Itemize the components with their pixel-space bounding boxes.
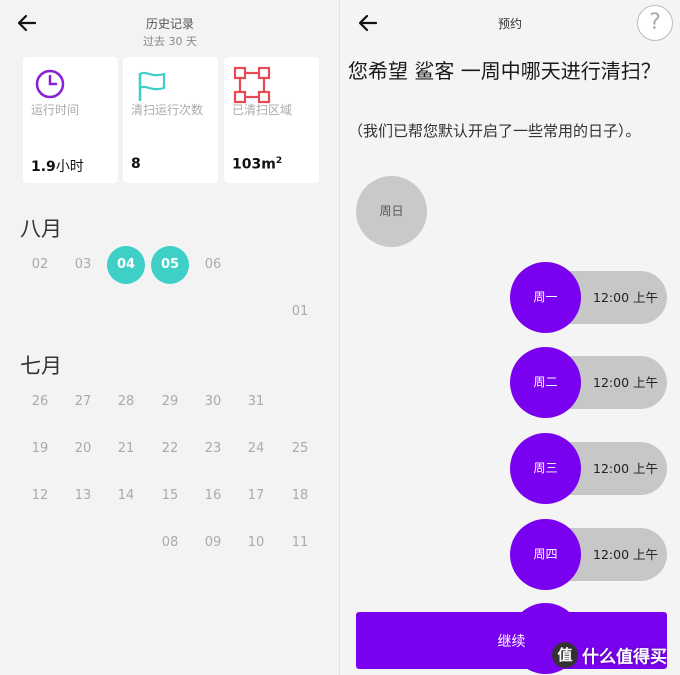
flag-icon	[131, 65, 171, 105]
stat-label: 清扫运行次数	[131, 103, 204, 117]
stat-card-area: 已清扫区域 103m2	[224, 57, 319, 183]
calendar-day[interactable]: 24	[237, 430, 275, 468]
calendar-day[interactable]: 21	[107, 430, 145, 468]
calendar-day[interactable]: 12	[21, 477, 59, 515]
calendar-day[interactable]: 26	[21, 383, 59, 421]
stat-card-runtime: 运行时间 1.9小时	[23, 57, 118, 183]
calendar-day[interactable]: 27	[64, 383, 102, 421]
calendar-day[interactable]: 22	[151, 430, 189, 468]
page-title: 预约	[497, 17, 522, 31]
day-row-thursday: 12:00 上午 周四	[510, 519, 667, 590]
calendar-day[interactable]: 28	[107, 383, 145, 421]
calendar-day[interactable]: 20	[64, 430, 102, 468]
watermark-logo: 值	[552, 642, 578, 668]
calendar-day[interactable]: 01	[281, 293, 319, 331]
help-button[interactable]: ?	[637, 5, 673, 41]
clock-icon	[31, 65, 71, 105]
calendar-day[interactable]: 15	[151, 477, 189, 515]
stat-label: 已清扫区域	[232, 103, 293, 117]
day-toggle-thursday[interactable]: 周四	[510, 519, 581, 590]
day-row-wednesday: 12:00 上午 周三	[510, 433, 667, 504]
calendar-day[interactable]: 02	[21, 246, 59, 284]
calendar-day[interactable]: 30	[194, 383, 232, 421]
day-toggle-sunday[interactable]: 周日	[356, 176, 427, 247]
calendar-day[interactable]: 29	[151, 383, 189, 421]
calendar-day[interactable]: 31	[237, 383, 275, 421]
area-icon	[232, 65, 272, 105]
calendar-day[interactable]: 10	[237, 524, 275, 562]
calendar-day[interactable]: 19	[21, 430, 59, 468]
calendar-day-selected[interactable]: 05	[151, 246, 189, 284]
calendar-day[interactable]: 16	[194, 477, 232, 515]
calendar-day[interactable]: 09	[194, 524, 232, 562]
month-label-july: 七月	[20, 354, 62, 378]
day-row-tuesday: 12:00 上午 周二	[510, 347, 667, 418]
stat-value: 1.9小时	[31, 159, 84, 175]
stat-value: 8	[131, 156, 141, 172]
calendar-day[interactable]: 11	[281, 524, 319, 562]
month-label-august: 八月	[20, 217, 62, 241]
calendar-day[interactable]: 23	[194, 430, 232, 468]
calendar-day[interactable]: 06	[194, 246, 232, 284]
page-subtitle: 过去 30 天	[143, 35, 197, 48]
day-row-monday: 12:00 上午 周一	[510, 262, 667, 333]
calendar-day[interactable]: 17	[237, 477, 275, 515]
stat-card-runs: 清扫运行次数 8	[123, 57, 218, 183]
calendar-day[interactable]: 03	[64, 246, 102, 284]
stat-value: 103m2	[232, 156, 283, 173]
calendar-day[interactable]: 08	[151, 524, 189, 562]
watermark-text: 什么值得买	[582, 647, 667, 668]
calendar-day-selected[interactable]: 04	[107, 246, 145, 284]
day-toggle-wednesday[interactable]: 周三	[510, 433, 581, 504]
stat-label: 运行时间	[31, 103, 80, 117]
day-toggle-tuesday[interactable]: 周二	[510, 347, 581, 418]
calendar-day[interactable]: 25	[281, 430, 319, 468]
history-panel: 历史记录 过去 30 天 运行时间 1.9小时 清扫运行次数 8 已清扫区域 1…	[0, 0, 340, 675]
schedule-question: 您希望 鲨客 一周中哪天进行清扫？	[348, 59, 661, 83]
page-title: 历史记录	[145, 17, 194, 31]
watermark: 值什么值得买	[552, 642, 667, 672]
schedule-note: （我们已帮您默认开启了一些常用的日子）。	[348, 122, 641, 140]
calendar-day[interactable]: 18	[281, 477, 319, 515]
schedule-panel: 预约 ? 您希望 鲨客 一周中哪天进行清扫？ （我们已帮您默认开启了一些常用的日…	[340, 0, 680, 675]
day-toggle-monday[interactable]: 周一	[510, 262, 581, 333]
calendar-day[interactable]: 13	[64, 477, 102, 515]
calendar-day[interactable]: 14	[107, 477, 145, 515]
